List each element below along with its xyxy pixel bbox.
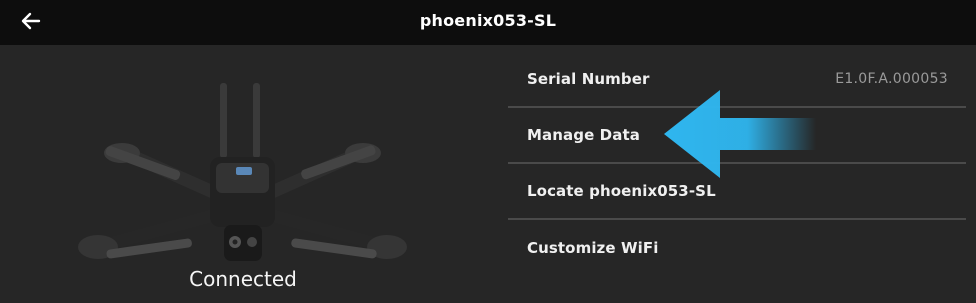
- serial-number-row: Serial Number E1.0F.A.000053: [508, 52, 966, 108]
- top-bar: phoenix053-SL: [0, 0, 976, 45]
- manage-data-item[interactable]: Manage Data: [508, 108, 966, 164]
- customize-wifi-item[interactable]: Customize WiFi: [508, 220, 966, 276]
- serial-number-label: Serial Number: [527, 70, 650, 88]
- locate-drone-item[interactable]: Locate phoenix053-SL: [508, 164, 966, 220]
- manage-data-label: Manage Data: [527, 126, 640, 144]
- locate-drone-label: Locate phoenix053-SL: [527, 182, 716, 200]
- serial-number-value: E1.0F.A.000053: [835, 71, 948, 87]
- device-panel: Connected: [0, 45, 490, 303]
- settings-menu: Serial Number E1.0F.A.000053 Manage Data…: [508, 52, 966, 276]
- customize-wifi-label: Customize WiFi: [527, 239, 659, 257]
- connection-status: Connected: [189, 267, 297, 291]
- page-title: phoenix053-SL: [419, 11, 557, 30]
